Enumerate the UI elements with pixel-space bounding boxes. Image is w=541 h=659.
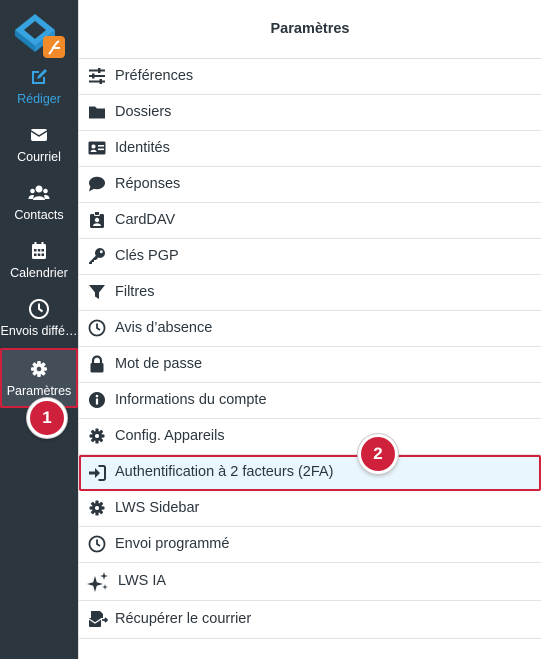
settings-list: Préférences Dossiers Identités Réponses … — [79, 59, 541, 639]
settings-item-account-info[interactable]: Informations du compte — [79, 383, 541, 419]
mail-fetch-icon — [88, 611, 108, 627]
sidebar-item-contacts[interactable]: Contacts — [0, 182, 78, 240]
settings-item-password[interactable]: Mot de passe — [79, 347, 541, 383]
sidebar-item-compose[interactable]: Rédiger — [0, 66, 78, 124]
contact-badge-icon — [90, 211, 104, 228]
settings-item-label: LWS IA — [118, 573, 167, 589]
settings-item-label: Informations du compte — [115, 392, 267, 408]
users-icon — [28, 185, 50, 200]
settings-item-label: LWS Sidebar — [115, 500, 200, 516]
settings-item-label: Clés PGP — [115, 248, 179, 264]
settings-item-label: Config. Appareils — [115, 428, 225, 444]
gear-icon — [31, 361, 47, 377]
settings-item-label: Avis d’absence — [115, 320, 213, 336]
lock-icon — [90, 355, 104, 373]
clock-icon — [29, 299, 49, 319]
settings-item-device-config[interactable]: Config. Appareils — [79, 419, 541, 455]
page-title: Paramètres — [79, 0, 541, 59]
gear-icon — [89, 428, 105, 444]
settings-item-label: CardDAV — [115, 212, 176, 228]
id-card-icon — [88, 141, 106, 155]
settings-item-label: Filtres — [115, 284, 155, 300]
annotation-marker-2: 2 — [358, 434, 398, 474]
settings-item-label: Mot de passe — [115, 356, 203, 372]
sidebar-item-calendar[interactable]: Calendrier — [0, 240, 78, 298]
settings-item-fetch-mail[interactable]: Récupérer le courrier — [79, 601, 541, 639]
sidebar-item-mail[interactable]: Courriel — [0, 124, 78, 182]
compose-icon — [32, 69, 47, 84]
settings-item-preferences[interactable]: Préférences — [79, 59, 541, 95]
envelope-icon — [30, 129, 48, 141]
app-logo[interactable] — [13, 8, 65, 58]
sidebar-item-label: Envois diffé… — [0, 324, 78, 338]
sliders-icon — [89, 68, 105, 84]
sidebar-item-label: Contacts — [14, 208, 64, 222]
settings-panel: Paramètres Préférences Dossiers Identité… — [78, 0, 541, 659]
clock-icon — [88, 535, 106, 553]
filter-icon — [89, 285, 105, 299]
sparkles-icon — [87, 572, 108, 592]
settings-item-lws-sidebar[interactable]: LWS Sidebar — [79, 491, 541, 527]
settings-item-identities[interactable]: Identités — [79, 131, 541, 167]
settings-item-label: Réponses — [115, 176, 181, 192]
folder-icon — [89, 106, 105, 119]
sidebar-item-label: Courriel — [17, 150, 61, 164]
settings-item-2fa[interactable]: Authentification à 2 facteurs (2FA) — [79, 455, 541, 491]
settings-item-responses[interactable]: Réponses — [79, 167, 541, 203]
info-icon — [89, 392, 105, 408]
logo-icon — [15, 14, 65, 58]
sidebar-item-label: Rédiger — [17, 92, 61, 106]
sign-in-icon — [89, 465, 106, 481]
settings-item-filters[interactable]: Filtres — [79, 275, 541, 311]
settings-item-label: Envoi programmé — [115, 536, 230, 552]
clock-icon — [88, 319, 106, 337]
settings-item-carddav[interactable]: CardDAV — [79, 203, 541, 239]
settings-item-lws-ia[interactable]: LWS IA — [79, 563, 541, 601]
sidebar-item-label: Paramètres — [6, 384, 72, 398]
gear-icon — [89, 500, 105, 516]
sidebar: Rédiger Courriel Contacts Calendrier Env… — [0, 0, 78, 659]
key-icon — [89, 248, 105, 264]
settings-item-scheduled-send[interactable]: Envoi programmé — [79, 527, 541, 563]
settings-item-label: Authentification à 2 facteurs (2FA) — [115, 464, 334, 480]
annotation-marker-1: 1 — [27, 398, 67, 438]
settings-item-pgp-keys[interactable]: Clés PGP — [79, 239, 541, 275]
settings-item-label: Préférences — [115, 68, 194, 84]
calendar-icon — [32, 242, 46, 259]
settings-item-folders[interactable]: Dossiers — [79, 95, 541, 131]
settings-item-out-of-office[interactable]: Avis d’absence — [79, 311, 541, 347]
settings-item-label: Identités — [115, 140, 170, 156]
sidebar-item-label: Calendrier — [10, 266, 68, 280]
settings-item-label: Dossiers — [115, 104, 172, 120]
comment-icon — [89, 176, 105, 192]
settings-item-label: Récupérer le courrier — [115, 611, 252, 627]
